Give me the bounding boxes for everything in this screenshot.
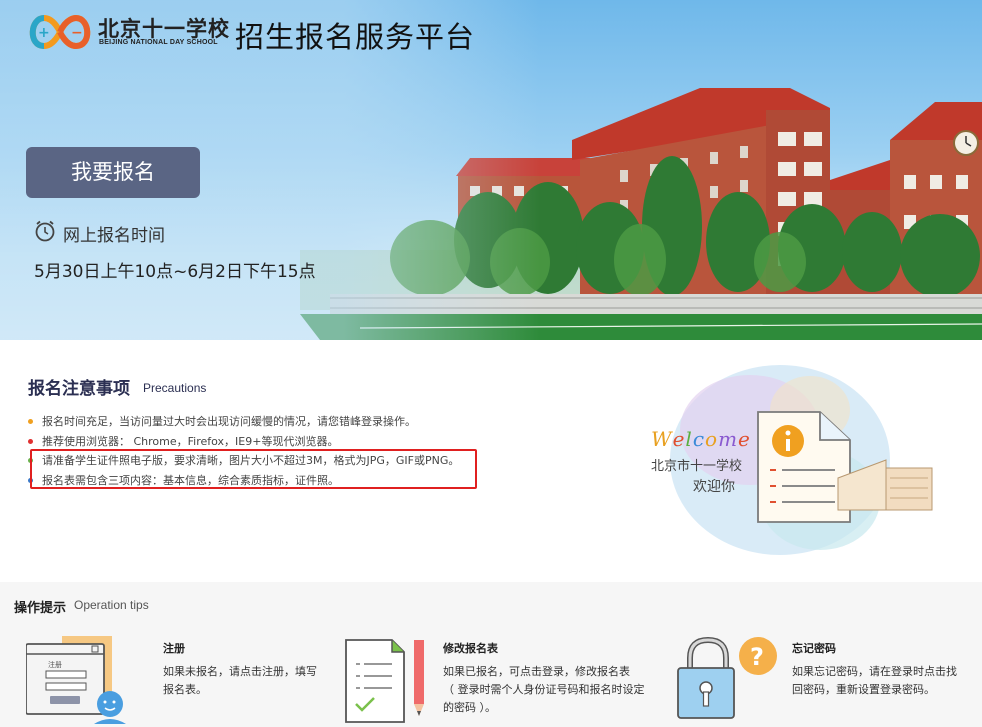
precaution-text: 推荐使用浏览器： Chrome，Firefox，IE9+等现代浏览器。 bbox=[42, 434, 339, 448]
welcome-school-name: 北京市十一学校 bbox=[651, 459, 743, 474]
welcome-letter: m bbox=[718, 427, 739, 451]
welcome-letter: o bbox=[705, 427, 719, 451]
registration-time-value: 5月30日上午10点~6月2日下午15点 bbox=[34, 262, 316, 282]
svg-text:?: ? bbox=[750, 643, 764, 671]
operation-tips-section: 操作提示 Operation tips 注册 注册 如果未报名，请点击注册，填写… bbox=[0, 582, 982, 727]
svg-text:−: − bbox=[71, 25, 83, 41]
register-card-label: 注册 bbox=[48, 660, 62, 669]
tips-subtitle: Operation tips bbox=[74, 598, 149, 612]
welcome-letter: l bbox=[685, 427, 693, 451]
tip-description: 如果已报名，可点击登录，修改报名表 （ 登录时需个人身份证号码和报名时设定 的密… bbox=[443, 663, 645, 717]
register-form-icon: 注册 bbox=[26, 636, 126, 724]
hero-banner: + − 北京十一学校 BEIJING NATIONAL DAY SCHOOL 招… bbox=[0, 0, 982, 340]
welcome-letter: e bbox=[672, 427, 686, 451]
lock-question-icon: ? bbox=[677, 636, 777, 719]
tip-description-line: 如果忘记密码，请在登录时点击找 bbox=[792, 665, 957, 678]
welcome-greeting: 欢迎你 bbox=[693, 479, 735, 495]
welcome-letter: W bbox=[651, 427, 673, 451]
precautions-title: 报名注意事项 bbox=[28, 379, 130, 399]
list-item: 报名时间充足，当访问量过大时会出现访问缓慢的情况，请您错峰登录操作。 bbox=[28, 412, 459, 432]
alarm-clock-icon bbox=[35, 220, 55, 242]
tip-register[interactable]: 注册 注册 如果未报名，请点击注册，填写 报名表。 bbox=[26, 636, 326, 726]
welcome-letter: c bbox=[692, 427, 706, 451]
bullet-dot-icon bbox=[28, 438, 33, 444]
tip-description: 如果未报名，请点击注册，填写 报名表。 bbox=[163, 663, 317, 699]
tip-heading: 忘记密码 bbox=[792, 642, 836, 655]
registration-time-label: 网上报名时间 bbox=[63, 226, 165, 246]
tip-heading: 注册 bbox=[163, 642, 185, 655]
tip-forgot-password[interactable]: ? 忘记密码 如果忘记密码，请在登录时点击找 回密码，重新设置登录密码。 bbox=[676, 636, 976, 726]
welcome-letter: e bbox=[738, 427, 751, 451]
highlight-annotation-box bbox=[30, 449, 477, 489]
precautions-subtitle: Precautions bbox=[143, 381, 207, 395]
tip-description-line: 的密码 ）。 bbox=[443, 701, 496, 714]
tip-description: 如果忘记密码，请在登录时点击找 回密码，重新设置登录密码。 bbox=[792, 663, 957, 699]
tip-description-line: 回密码，重新设置登录密码。 bbox=[792, 683, 935, 696]
register-button[interactable]: 我要报名 bbox=[26, 147, 200, 198]
tip-heading: 修改报名表 bbox=[443, 642, 498, 655]
tip-description-line: （ 登录时需个人身份证号码和报名时设定 bbox=[443, 683, 645, 696]
tip-description-line: 如果未报名，请点击注册，填写 bbox=[163, 665, 317, 678]
bullet-dot-icon bbox=[28, 419, 33, 424]
tips-title: 操作提示 bbox=[14, 601, 67, 616]
tip-description-line: 如果已报名，可点击登录，修改报名表 bbox=[443, 665, 630, 678]
svg-text:+: + bbox=[38, 25, 50, 41]
welcome-word: Welcome bbox=[651, 427, 751, 451]
tip-edit-form[interactable]: 修改报名表 如果已报名，可点击登录，修改报名表 （ 登录时需个人身份证号码和报名… bbox=[344, 636, 674, 726]
edit-document-icon bbox=[345, 639, 424, 723]
page-title: 招生报名服务平台 bbox=[235, 20, 476, 54]
logo-subtext: BEIJING NATIONAL DAY SCHOOL bbox=[99, 39, 218, 46]
infinity-plus-minus-icon: + − bbox=[29, 14, 91, 50]
precaution-text: 报名时间充足，当访问量过大时会出现访问缓慢的情况，请您错峰登录操作。 bbox=[42, 415, 416, 428]
document-info-icon bbox=[757, 411, 851, 523]
tip-description-line: 报名表。 bbox=[163, 683, 207, 696]
